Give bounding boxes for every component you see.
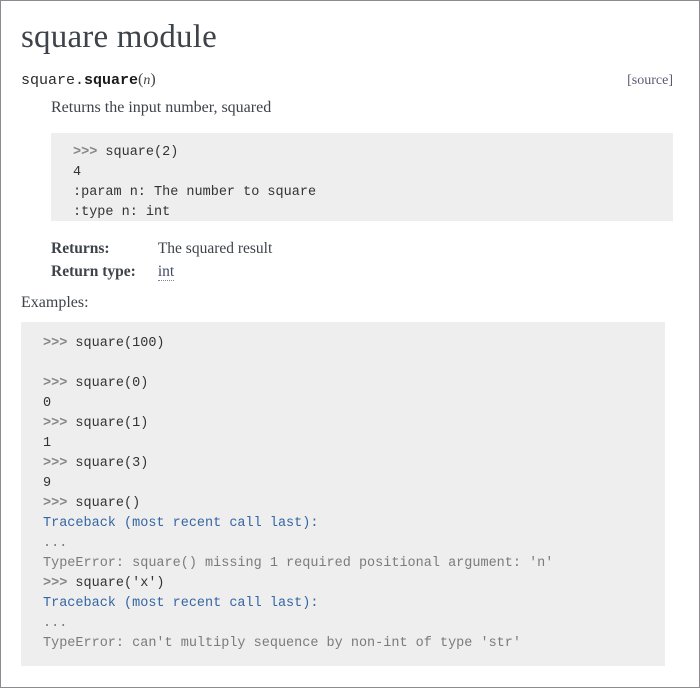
doctest-prompt: >>>: [43, 456, 76, 472]
error-line: ...: [43, 616, 68, 632]
code-text: square(): [75, 496, 141, 512]
code-text: 0: [43, 396, 52, 412]
code-line: :param n: The number to square: [73, 185, 316, 200]
doctest-prompt: >>>: [43, 576, 76, 592]
code-text: square(3): [75, 456, 149, 472]
code-text: square(0): [75, 376, 149, 392]
examples-label: Examples:: [21, 294, 89, 312]
code-text: square(100): [75, 336, 165, 352]
code-line: >>> square(3): [43, 456, 148, 471]
field-row: Returns: The squared result: [51, 239, 272, 263]
function-signature-row: square.square(n) [source]: [21, 71, 673, 93]
doctest-prompt: >>>: [43, 416, 76, 432]
code-line: >>> square(): [43, 496, 140, 511]
page-title: square module: [21, 19, 217, 55]
code-line: 0: [43, 396, 51, 411]
source-link[interactable]: [source]: [627, 73, 673, 89]
code-line: 4: [73, 165, 81, 180]
code-text: 4: [73, 164, 82, 180]
code-line: 1: [43, 436, 51, 451]
error-line: TypeError: square() missing 1 required p…: [43, 556, 554, 572]
field-label: Return type:: [51, 263, 136, 281]
field-label: Returns:: [51, 239, 110, 257]
function-description: Returns the input number, squared: [51, 98, 272, 116]
signature-close-paren: ): [150, 70, 156, 88]
code-line: >>> square(0): [43, 376, 148, 391]
code-text: square(2): [105, 144, 179, 160]
code-line: >>> square(100): [43, 336, 165, 351]
code-line: Traceback (most recent call last):: [43, 596, 318, 611]
code-line: TypeError: can't multiply sequence by no…: [43, 636, 521, 651]
code-line: 9: [43, 476, 51, 491]
traceback-line: Traceback (most recent call last):: [43, 596, 319, 612]
doctest-code-block: >>> square(2) 4 :param n: The number to …: [51, 132, 673, 221]
function-body: Returns the input number, squared >>> sq…: [21, 97, 673, 286]
function-signature: square.square(n): [21, 70, 156, 89]
examples-code-block: >>> square(100) >>> square(0) 0 >>> squa…: [21, 322, 665, 667]
doctest-prompt: >>>: [43, 376, 76, 392]
code-line: Traceback (most recent call last):: [43, 516, 318, 531]
type-xref-link[interactable]: int: [157, 263, 175, 282]
error-line: ...: [43, 536, 68, 552]
code-line: ...: [43, 616, 67, 631]
document-frame: square module square.square(n) [source] …: [0, 0, 700, 688]
field-value: The squared result: [157, 239, 273, 257]
code-line: >>> square(2): [73, 145, 178, 160]
code-text: 9: [43, 476, 52, 492]
doctest-prompt: >>>: [43, 336, 76, 352]
field-row: Return type: int: [51, 262, 272, 286]
code-line: ...: [43, 536, 67, 551]
doctest-prompt: >>>: [43, 496, 76, 512]
code-line: >>> square('x'): [43, 576, 165, 591]
code-line: TypeError: square() missing 1 required p…: [43, 556, 553, 571]
code-text: :param n: The number to square: [73, 184, 317, 200]
field-value: int: [157, 262, 273, 286]
error-line: TypeError: can't multiply sequence by no…: [43, 636, 521, 652]
code-text: 1: [43, 436, 52, 452]
doctest-prompt: >>>: [73, 144, 106, 160]
traceback-line: Traceback (most recent call last):: [43, 516, 319, 532]
field-list: Returns: The squared result Return type: in…: [51, 239, 272, 287]
signature-module-prefix: square.: [21, 71, 85, 89]
signature-function-name: square: [84, 71, 139, 89]
code-text: square('x'): [75, 576, 165, 592]
code-text: square(1): [75, 416, 149, 432]
code-text: :type n: int: [73, 204, 171, 220]
code-line: :type n: int: [73, 205, 170, 220]
code-line: >>> square(1): [43, 416, 148, 431]
document-body: square module square.square(n) [source] …: [1, 1, 699, 667]
